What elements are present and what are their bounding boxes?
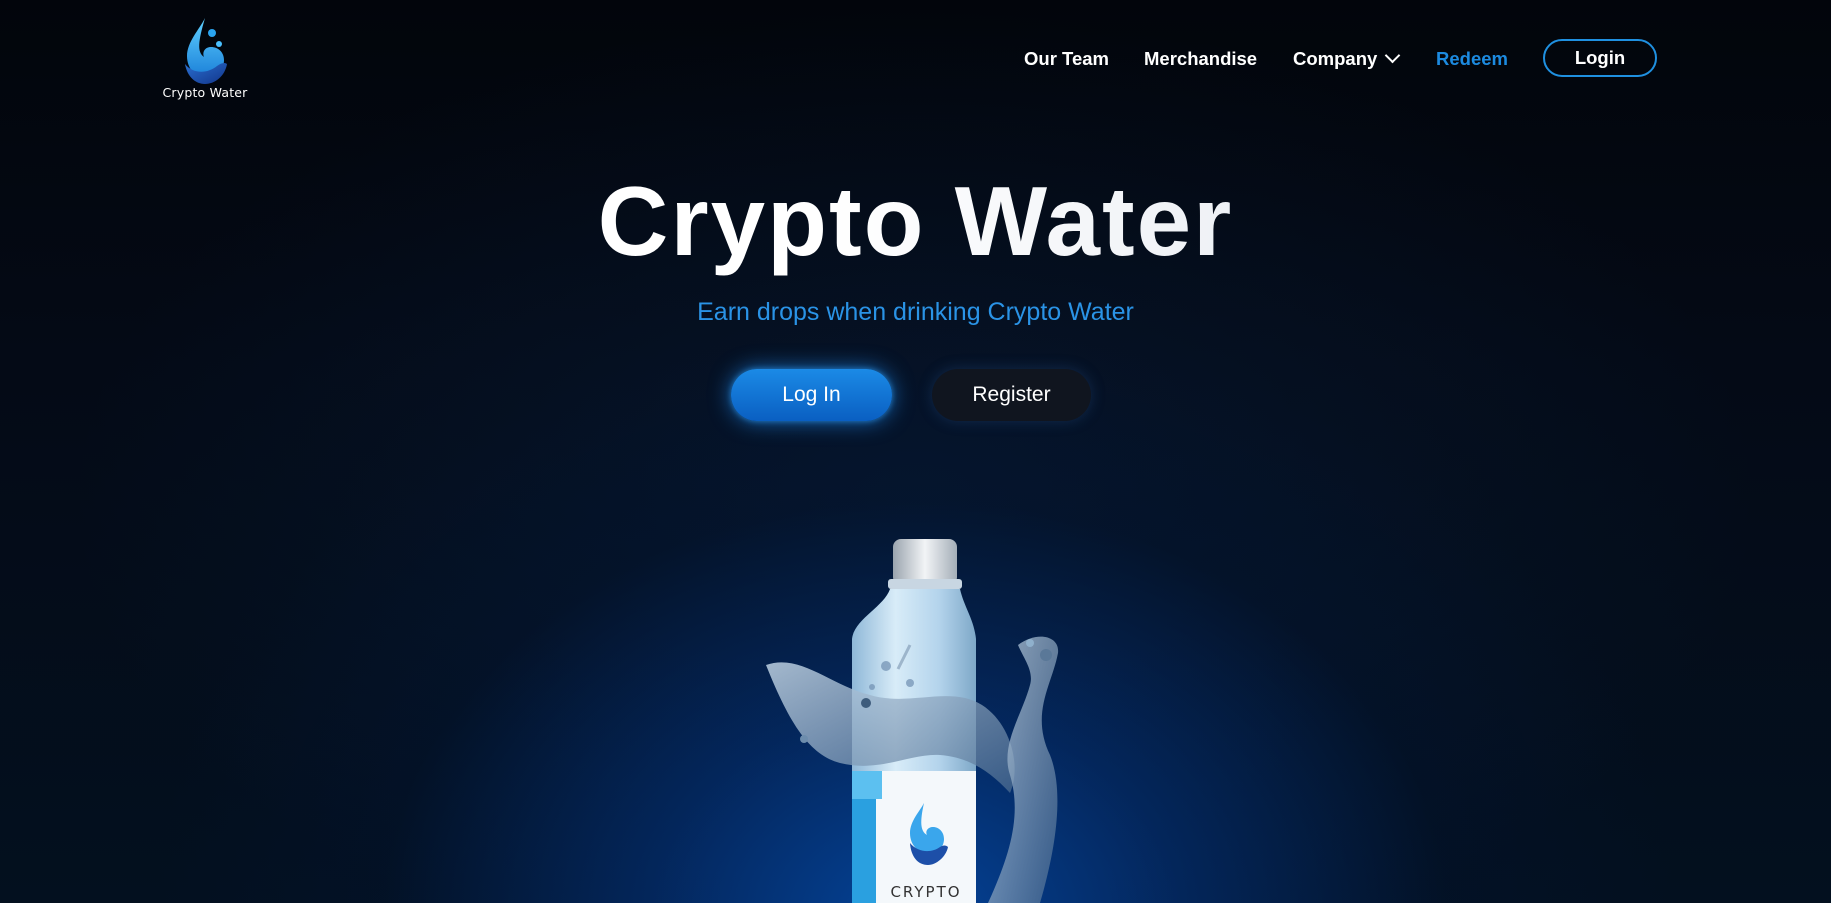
nav-merchandise[interactable]: Merchandise: [1144, 48, 1257, 70]
water-drop-logo-icon: [185, 18, 227, 84]
nav-redeem[interactable]: Redeem: [1436, 48, 1508, 70]
logo-text: Crypto Water: [162, 85, 248, 100]
header-login-button[interactable]: Login: [1543, 39, 1657, 77]
nav-company[interactable]: Company: [1293, 47, 1401, 70]
hero-subtitle: Earn drops when drinking Crypto Water: [697, 298, 1134, 326]
chevron-down-icon: [1385, 47, 1401, 64]
bottle-label-text: CRYPTO: [890, 883, 961, 901]
nav-company-label: Company: [1293, 48, 1378, 69]
hero-register-button[interactable]: Register: [932, 369, 1091, 421]
water-bottle-image: CRYPTO: [766, 539, 1059, 903]
hero-title: Crypto Water: [0, 165, 1831, 278]
brand-logo[interactable]: Crypto Water: [160, 16, 250, 102]
nav-our-team[interactable]: Our Team: [1024, 48, 1109, 70]
hero-login-button[interactable]: Log In: [731, 369, 892, 421]
